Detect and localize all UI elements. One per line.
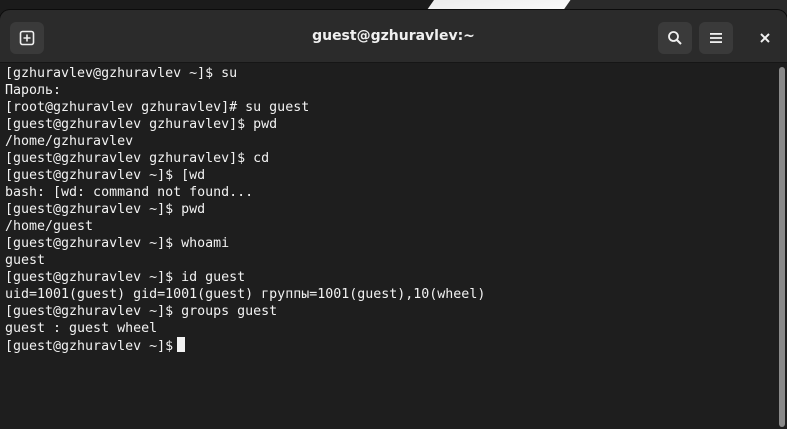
- title-bar: guest@gzhuravlev:~: [0, 10, 787, 63]
- new-tab-icon: [19, 30, 35, 46]
- prompt-line: [guest@gzhuravlev ~]$: [5, 337, 787, 354]
- search-icon: [667, 30, 683, 46]
- terminal-line: bash: [wd: command not found...: [5, 185, 254, 200]
- terminal-line: [guest@gzhuravlev ~]$ id guest: [5, 270, 246, 285]
- menu-button[interactable]: [699, 22, 733, 54]
- terminal-line: [guest@gzhuravlev ~]$ whoami: [5, 236, 230, 251]
- close-icon: [759, 32, 771, 44]
- terminal-line: uid=1001(guest) gid=1001(guest) группы=1…: [5, 287, 486, 302]
- terminal-line: guest: [5, 253, 46, 268]
- hamburger-menu-icon: [709, 31, 723, 45]
- terminal-line: [guest@gzhuravlev ~]$ groups guest: [5, 304, 278, 319]
- terminal-output[interactable]: [gzhuravlev@gzhuravlev ~]$ su Пароль: [r…: [0, 63, 787, 429]
- terminal-window: guest@gzhuravlev:~ [gzhuravlev@gzhuravle…: [0, 10, 787, 429]
- text-cursor: [177, 337, 186, 352]
- search-button[interactable]: [658, 22, 692, 54]
- terminal-line: [guest@gzhuravlev gzhuravlev]$ pwd: [5, 117, 278, 132]
- terminal-line: /home/gzhuravlev: [5, 134, 134, 149]
- terminal-line: [guest@gzhuravlev ~]$ [wd: [5, 168, 206, 183]
- terminal-line: guest : guest wheel: [5, 321, 158, 336]
- scrollbar[interactable]: [779, 67, 785, 427]
- terminal-line: Пароль:: [5, 83, 62, 98]
- terminal-line: [guest@gzhuravlev ~]$ pwd: [5, 202, 206, 217]
- terminal-line: [guest@gzhuravlev gzhuravlev]$ cd: [5, 151, 270, 166]
- prompt: [guest@gzhuravlev ~]$: [5, 339, 174, 354]
- terminal-line: [gzhuravlev@gzhuravlev ~]$ su: [5, 66, 238, 81]
- new-tab-button[interactable]: [10, 22, 44, 54]
- terminal-line: [root@gzhuravlev gzhuravlev]# su guest: [5, 100, 310, 115]
- terminal-line: /home/guest: [5, 219, 94, 234]
- close-button[interactable]: [748, 22, 782, 54]
- desktop: guest@gzhuravlev:~ [gzhuravlev@gzhuravle…: [0, 0, 787, 429]
